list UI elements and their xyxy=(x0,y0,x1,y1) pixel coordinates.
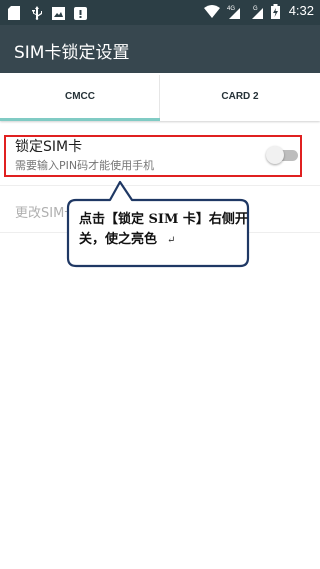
signal-icon: G xyxy=(248,4,266,19)
net-type-1: 4G xyxy=(227,6,235,12)
sim-tabs: CMCC CARD 2 xyxy=(0,73,320,121)
highlight-box xyxy=(4,135,302,177)
status-time: 4:32 xyxy=(288,3,314,18)
tab-cmcc[interactable]: CMCC xyxy=(0,73,160,121)
page-title: SIM卡锁定设置 xyxy=(14,43,130,63)
sd-card-icon xyxy=(8,5,22,20)
instruction-callout: 点击【锁定 SIM 卡】右侧开关，使之亮色 ↵ xyxy=(62,180,254,272)
callout-text: 点击【锁定 SIM 卡】右侧开关，使之亮色 ↵ xyxy=(79,210,249,251)
tab-indicator xyxy=(0,118,160,121)
tab-card-2[interactable]: CARD 2 xyxy=(160,73,320,121)
net-type-2: G xyxy=(253,6,258,12)
app-bar: SIM卡锁定设置 xyxy=(0,25,320,73)
wifi-icon xyxy=(203,4,220,18)
battery-icon xyxy=(270,3,281,19)
usb-icon xyxy=(30,5,44,20)
return-mark: ↵ xyxy=(167,235,176,246)
signal-icon: 4G xyxy=(225,4,243,19)
status-bar: 4G G 4:32 xyxy=(0,0,320,25)
image-icon xyxy=(52,5,66,20)
callout-instruction: 点击【锁定 SIM 卡】右侧开关，使之亮色 xyxy=(79,212,248,247)
notification-icon xyxy=(74,5,88,20)
tab-label: CARD 2 xyxy=(221,91,259,102)
tab-label: CMCC xyxy=(65,91,95,102)
